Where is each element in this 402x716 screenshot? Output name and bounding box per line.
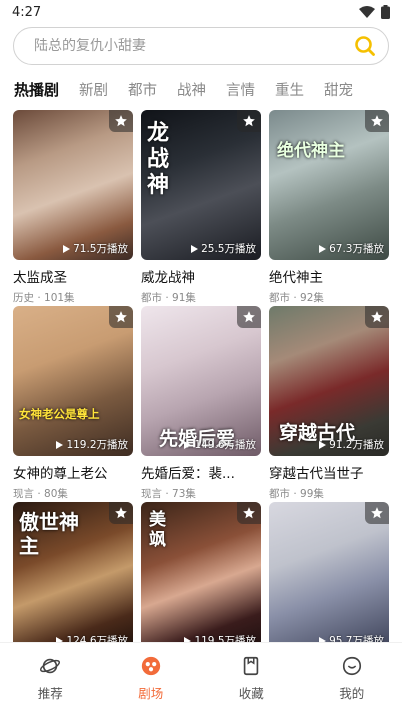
- nav-theater[interactable]: 剧场: [111, 655, 191, 702]
- poster-image[interactable]: 71.5万播放: [13, 110, 133, 260]
- tab-sweet[interactable]: 甜宠: [324, 79, 353, 100]
- search-input[interactable]: [34, 38, 354, 54]
- status-bar: 4:27: [0, 0, 402, 24]
- play-icon: [63, 244, 71, 253]
- play-count: 91.2万播放: [329, 439, 384, 451]
- star-icon[interactable]: [365, 110, 389, 132]
- drama-title[interactable]: 穿越古代当世子: [269, 462, 389, 482]
- drama-card[interactable]: 71.5万播放 太监成圣 历史 · 101集: [13, 110, 133, 306]
- bookmark-icon: [244, 656, 259, 676]
- drama-meta: 都市 · 92集: [269, 292, 324, 304]
- drama-title[interactable]: 威龙战神: [141, 266, 261, 286]
- nav-profile[interactable]: 我的: [312, 655, 392, 702]
- bottom-nav: 推荐 剧场 收藏 我的: [0, 642, 402, 716]
- poster-image[interactable]: 先婚后爱 149.6万播放: [141, 306, 261, 456]
- drama-meta: 历史 · 101集: [13, 292, 75, 304]
- wifi-icon: [359, 6, 375, 18]
- tab-rebirth[interactable]: 重生: [275, 79, 304, 100]
- drama-meta: 都市 · 99集: [269, 488, 324, 500]
- drama-grid: 71.5万播放 太监成圣 历史 · 101集 龙 战 神 25.5万播放 威龙战…: [0, 110, 402, 698]
- tab-war-god[interactable]: 战神: [177, 79, 206, 100]
- poster-image[interactable]: 95.7万播放: [269, 502, 389, 652]
- star-icon[interactable]: [109, 502, 133, 524]
- poster-title-art: 傲世神主: [19, 510, 79, 558]
- nav-label: 我的: [339, 686, 365, 701]
- poster-title-art: 女神老公是尊上: [19, 407, 100, 421]
- tab-urban[interactable]: 都市: [128, 79, 157, 100]
- drama-card[interactable]: 女神老公是尊上 119.2万播放 女神的尊上老公 现言 · 80集: [13, 306, 133, 502]
- star-icon[interactable]: [365, 502, 389, 524]
- status-time: 4:27: [12, 4, 42, 20]
- star-icon[interactable]: [109, 306, 133, 328]
- poster-image[interactable]: 穿越古代 91.2万播放: [269, 306, 389, 456]
- poster-title-art: 龙 战 神: [147, 120, 170, 198]
- play-icon: [184, 440, 192, 449]
- poster-image[interactable]: 绝代神主 67.3万播放: [269, 110, 389, 260]
- play-count: 149.6万播放: [194, 439, 256, 451]
- planet-icon: [40, 658, 61, 674]
- drama-card[interactable]: 先婚后爱 149.6万播放 先婚后爱：裴... 现言 · 73集: [141, 306, 261, 502]
- play-icon: [319, 244, 327, 253]
- poster-image[interactable]: 龙 战 神 25.5万播放: [141, 110, 261, 260]
- poster-image[interactable]: 美飒 119.5万播放: [141, 502, 261, 652]
- play-count: 71.5万播放: [73, 243, 128, 255]
- star-icon[interactable]: [237, 306, 261, 328]
- theater-icon: [141, 656, 160, 676]
- play-icon: [56, 440, 64, 449]
- nav-label: 剧场: [138, 686, 164, 701]
- category-tabs: 热播剧 新剧 都市 战神 言情 重生 甜宠: [0, 68, 402, 110]
- poster-image[interactable]: 女神老公是尊上 119.2万播放: [13, 306, 133, 456]
- tab-romance[interactable]: 言情: [226, 79, 255, 100]
- tab-new[interactable]: 新剧: [79, 79, 108, 100]
- nav-label: 推荐: [37, 686, 63, 701]
- star-icon[interactable]: [237, 502, 261, 524]
- drama-card[interactable]: 龙 战 神 25.5万播放 威龙战神 都市 · 91集: [141, 110, 261, 306]
- nav-favorites[interactable]: 收藏: [211, 655, 291, 702]
- star-icon[interactable]: [365, 306, 389, 328]
- star-icon[interactable]: [109, 110, 133, 132]
- play-icon: [319, 440, 327, 449]
- battery-icon: [381, 5, 390, 19]
- drama-title[interactable]: 女神的尊上老公: [13, 462, 133, 482]
- drama-title[interactable]: 绝代神主: [269, 266, 389, 286]
- drama-card[interactable]: 穿越古代 91.2万播放 穿越古代当世子 都市 · 99集: [269, 306, 389, 502]
- star-icon[interactable]: [237, 110, 261, 132]
- play-icon: [191, 244, 199, 253]
- drama-card[interactable]: 绝代神主 67.3万播放 绝代神主 都市 · 92集: [269, 110, 389, 306]
- nav-label: 收藏: [238, 686, 264, 701]
- poster-image[interactable]: 傲世神主 124.6万播放: [13, 502, 133, 652]
- profile-icon: [342, 656, 361, 676]
- drama-title[interactable]: 先婚后爱：裴...: [141, 462, 261, 482]
- drama-meta: 现言 · 73集: [141, 488, 196, 500]
- play-count: 67.3万播放: [329, 243, 384, 255]
- play-count: 25.5万播放: [201, 243, 256, 255]
- drama-meta: 都市 · 91集: [141, 292, 196, 304]
- tab-hot[interactable]: 热播剧: [14, 79, 59, 100]
- play-count: 119.2万播放: [66, 439, 128, 451]
- nav-recommend[interactable]: 推荐: [10, 655, 90, 702]
- drama-meta: 现言 · 80集: [13, 488, 68, 500]
- poster-title-art: 美飒: [149, 510, 166, 550]
- search-bar[interactable]: [13, 27, 389, 65]
- poster-title-art: 绝代神主: [277, 141, 345, 161]
- search-icon[interactable]: [354, 35, 376, 57]
- drama-title[interactable]: 太监成圣: [13, 266, 133, 286]
